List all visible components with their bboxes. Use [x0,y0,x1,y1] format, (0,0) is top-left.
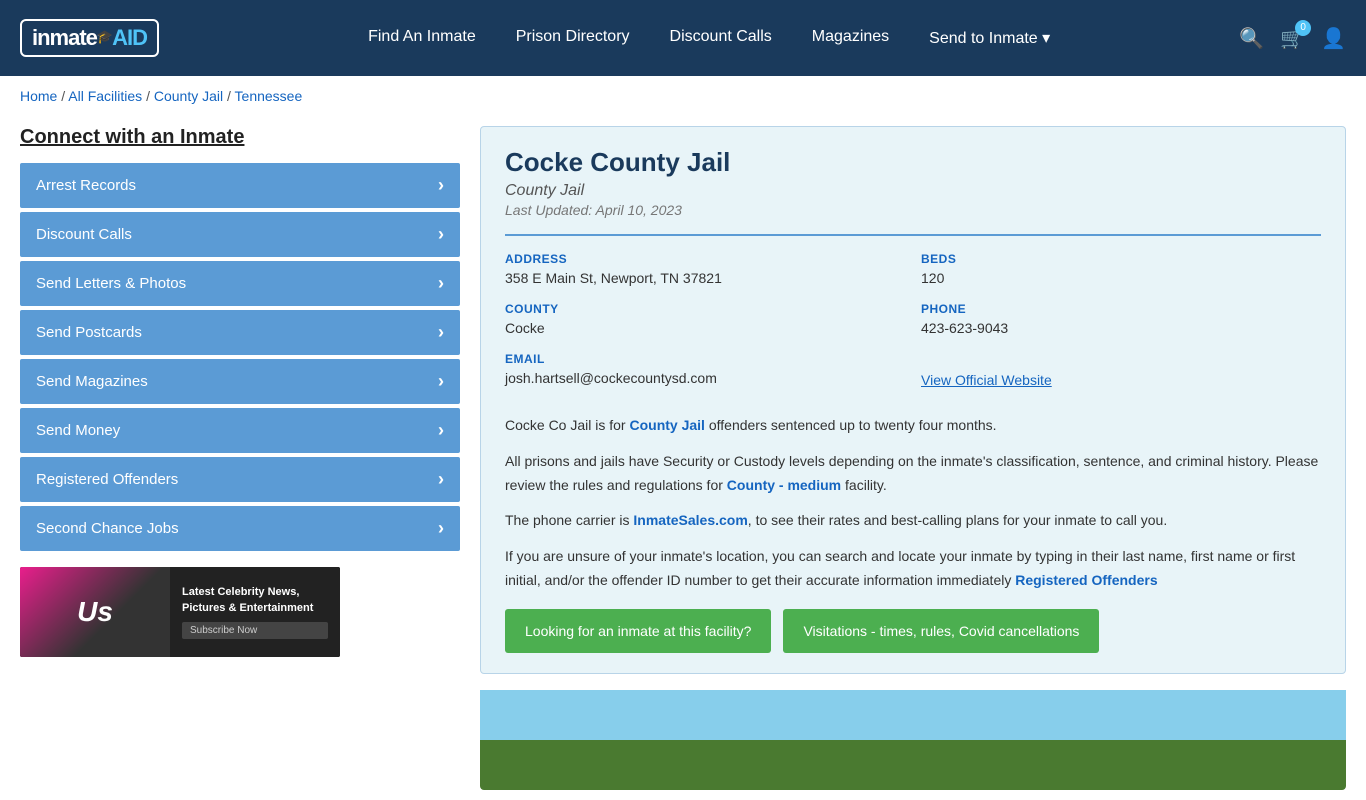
chevron-right-icon: › [438,322,444,343]
facility-content: Cocke County Jail County Jail Last Updat… [480,126,1346,790]
breadcrumb-sep3: / [227,88,235,104]
chevron-right-icon: › [438,371,444,392]
ad-subscribe-button[interactable]: Subscribe Now [182,622,328,639]
user-icon[interactable]: 👤 [1321,26,1346,51]
chevron-right-icon: › [438,224,444,245]
address-label: ADDRESS [505,252,905,266]
nav-discount-calls[interactable]: Discount Calls [670,28,772,48]
chevron-right-icon: › [438,175,444,196]
beds-value: 120 [921,270,1321,286]
sidebar-item-send-magazines[interactable]: Send Magazines › [20,359,460,404]
cart-badge: 0 [1295,20,1311,36]
photo-placeholder [480,690,1346,790]
ad-title: Latest Celebrity News, Pictures & Entert… [182,585,328,616]
chevron-right-icon: › [438,518,444,539]
ad-logo: Us [77,596,113,628]
county-section: COUNTY Cocke [505,302,905,336]
cart-wrapper[interactable]: 🛒 0 [1280,26,1305,51]
breadcrumb-county-jail[interactable]: County Jail [154,88,223,104]
breadcrumb-sep2: / [146,88,154,104]
breadcrumb-home[interactable]: Home [20,88,57,104]
sidebar-item-label: Arrest Records [36,177,136,194]
county-jail-link[interactable]: County Jail [629,417,704,433]
breadcrumb-state[interactable]: Tennessee [235,88,303,104]
email-section: EMAIL josh.hartsell@cockecountysd.com [505,352,905,388]
breadcrumb: Home / All Facilities / County Jail / Te… [0,76,1366,116]
nav-send-to-inmate[interactable]: Send to Inmate ▾ [929,28,1050,48]
county-medium-link[interactable]: County - medium [727,477,841,493]
sidebar-item-label: Send Postcards [36,324,142,341]
phone-label: PHONE [921,302,1321,316]
nav-magazines[interactable]: Magazines [812,28,889,48]
sidebar-item-second-chance-jobs[interactable]: Second Chance Jobs › [20,506,460,551]
sidebar-item-label: Second Chance Jobs [36,520,179,537]
website-section: View Official Website [921,352,1321,388]
sidebar: Connect with an Inmate Arrest Records › … [20,126,460,790]
sidebar-item-label: Registered Offenders [36,471,178,488]
sidebar-item-send-postcards[interactable]: Send Postcards › [20,310,460,355]
find-inmate-button[interactable]: Looking for an inmate at this facility? [505,609,771,653]
email-label: EMAIL [505,352,905,366]
search-icon[interactable]: 🔍 [1239,26,1264,51]
county-label: COUNTY [505,302,905,316]
header: inmate🎓AID Find An Inmate Prison Directo… [0,0,1366,76]
logo[interactable]: inmate🎓AID [20,19,159,57]
chevron-right-icon: › [438,273,444,294]
nav-prison-directory[interactable]: Prison Directory [516,28,630,48]
ad-image: Us [20,567,170,657]
email-value: josh.hartsell@cockecountysd.com [505,370,905,386]
sidebar-ad[interactable]: Us Latest Celebrity News, Pictures & Ent… [20,567,340,657]
main-nav: Find An Inmate Prison Directory Discount… [219,28,1199,48]
facility-last-updated: Last Updated: April 10, 2023 [505,202,1321,218]
ad-content: Latest Celebrity News, Pictures & Entert… [170,567,340,657]
facility-description: Cocke Co Jail is for County Jail offende… [505,404,1321,593]
facility-card: Cocke County Jail County Jail Last Updat… [480,126,1346,674]
sidebar-item-label: Discount Calls [36,226,132,243]
sidebar-item-discount-calls[interactable]: Discount Calls › [20,212,460,257]
beds-section: BEDS 120 [921,252,1321,286]
sidebar-title: Connect with an Inmate [20,126,460,149]
sidebar-item-send-money[interactable]: Send Money › [20,408,460,453]
sidebar-item-registered-offenders[interactable]: Registered Offenders › [20,457,460,502]
address-section: ADDRESS 358 E Main St, Newport, TN 37821 [505,252,905,286]
view-official-website-link[interactable]: View Official Website [921,372,1052,388]
facility-type: County Jail [505,182,1321,200]
phone-section: PHONE 423-623-9043 [921,302,1321,336]
phone-value: 423-623-9043 [921,320,1321,336]
facility-photo [480,690,1346,790]
chevron-right-icon: › [438,420,444,441]
nav-find-inmate[interactable]: Find An Inmate [368,28,476,48]
beds-label: BEDS [921,252,1321,266]
action-buttons: Looking for an inmate at this facility? … [505,609,1321,653]
facility-name: Cocke County Jail [505,147,1321,178]
county-value: Cocke [505,320,905,336]
desc-paragraph-3: The phone carrier is InmateSales.com, to… [505,509,1321,533]
desc-paragraph-2: All prisons and jails have Security or C… [505,450,1321,498]
chevron-right-icon: › [438,469,444,490]
main-content: Connect with an Inmate Arrest Records › … [0,116,1366,800]
address-value: 358 E Main St, Newport, TN 37821 [505,270,905,286]
sidebar-item-label: Send Magazines [36,373,148,390]
registered-offenders-link[interactable]: Registered Offenders [1015,572,1157,588]
logo-text: inmate🎓AID [32,25,147,51]
desc-paragraph-4: If you are unsure of your inmate's locat… [505,545,1321,593]
visitations-button[interactable]: Visitations - times, rules, Covid cancel… [783,609,1099,653]
sidebar-item-send-letters[interactable]: Send Letters & Photos › [20,261,460,306]
facility-info-grid: ADDRESS 358 E Main St, Newport, TN 37821… [505,234,1321,388]
desc-paragraph-1: Cocke Co Jail is for County Jail offende… [505,414,1321,438]
sidebar-menu: Arrest Records › Discount Calls › Send L… [20,163,460,551]
sidebar-item-arrest-records[interactable]: Arrest Records › [20,163,460,208]
header-icons: 🔍 🛒 0 👤 [1239,26,1346,51]
sidebar-item-label: Send Letters & Photos [36,275,186,292]
sidebar-item-label: Send Money [36,422,120,439]
breadcrumb-all-facilities[interactable]: All Facilities [68,88,142,104]
inmate-sales-link[interactable]: InmateSales.com [633,512,747,528]
